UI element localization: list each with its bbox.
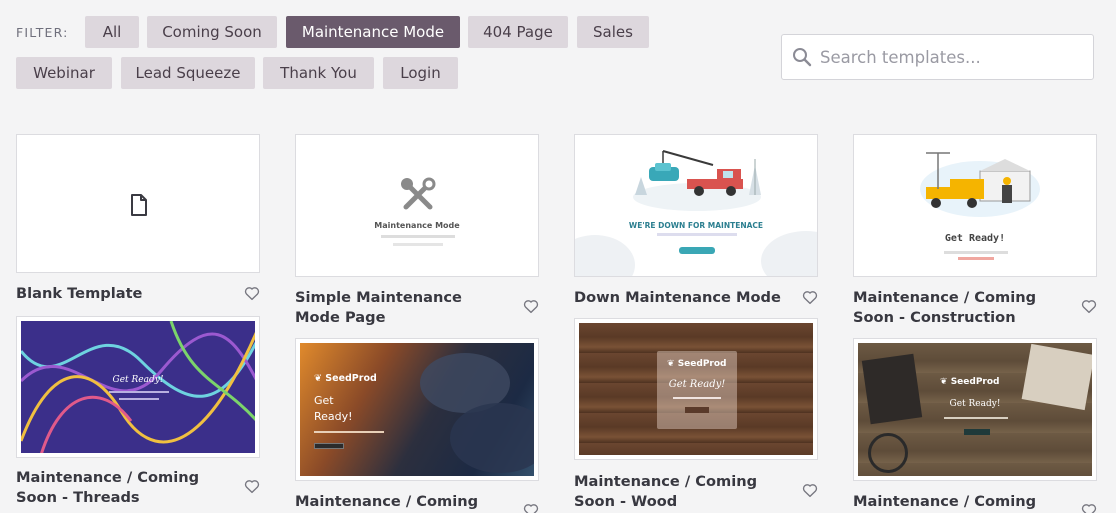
filter-lead-squeeze-button[interactable]: Lead Squeeze [121,57,255,89]
template-title[interactable]: Maintenance / Coming Soon - [295,492,515,513]
tools-icon [401,177,436,210]
thumb-heading: Get Ready! [668,379,726,390]
filter-login-button[interactable]: Login [383,57,458,89]
thumb-button [964,429,990,435]
template-title[interactable]: Maintenance / Coming Soon - Wood [574,472,794,512]
template-thumbnail-construction[interactable]: Get Ready! [853,134,1097,277]
template-thumbnail-clouds[interactable]: ❦ SeedProd Get Ready! [295,338,539,481]
thumb-cloud [761,231,817,276]
template-title[interactable]: Blank Template [16,284,226,304]
template-thumbnail-blank[interactable] [16,134,260,273]
heart-icon[interactable] [1080,501,1098,513]
thumb-text-line [657,233,737,236]
thumb-brand: ❦ SeedProd [314,373,377,384]
heart-icon[interactable] [1080,297,1098,315]
thumb-card: ❦ SeedProd Get Ready! [657,351,737,429]
thumb-glasses [868,433,908,473]
thumb-button [679,247,715,254]
thumb-text-line [944,417,1008,419]
thumb-text-line [958,257,994,260]
heart-icon[interactable] [522,501,540,513]
template-title[interactable]: Simple Maintenance Mode Page [295,288,510,328]
template-thumbnail-threads[interactable]: Get Ready! [16,316,260,458]
filter-sales-button[interactable]: Sales [577,16,649,48]
template-title[interactable]: Down Maintenance Mode [574,288,789,308]
thumb-text-line [673,397,721,399]
template-thumbnail-desk[interactable]: ❦ SeedProd Get Ready! [853,338,1097,481]
template-thumbnail-down-maintenance[interactable]: WE'RE DOWN FOR MAINTENACE [574,134,818,277]
template-title[interactable]: Maintenance / Coming Soon - Threads [16,468,236,508]
filter-maintenance-mode-button[interactable]: Maintenance Mode [286,16,460,48]
thumb-text-line [381,235,455,238]
thumb-button [685,407,709,413]
thumb-text-line [119,398,159,400]
filter-webinar-button[interactable]: Webinar [16,57,112,89]
template-title[interactable]: Maintenance / Coming Soon - Construction [853,288,1073,328]
search-box[interactable] [781,34,1094,80]
thumb-brand: ❦ SeedProd [940,377,1000,387]
template-thumbnail-simple-maintenance[interactable]: Maintenance Mode [295,134,539,277]
construction-illustration [920,152,1040,217]
tow-truck-illustration [633,150,761,211]
template-title[interactable]: Maintenance / Coming Soon - [853,492,1073,513]
template-thumbnail-wood[interactable]: ❦ SeedProd Get Ready! [574,318,818,460]
thumb-heading: Get Ready! [949,399,1001,409]
threads-artwork [21,321,255,453]
filter-coming-soon-button[interactable]: Coming Soon [147,16,277,48]
thumb-heading: Maintenance Mode [374,221,460,230]
search-input[interactable] [820,47,1080,67]
thumb-text-line [393,243,443,246]
thumb-heading: Get Ready! [944,233,1006,244]
heart-icon[interactable] [801,288,819,306]
filter-thank-you-button[interactable]: Thank You [263,57,374,89]
thumb-text-line [109,391,169,393]
thumb-cloud [450,403,534,473]
thumb-button [314,443,344,449]
document-icon [131,194,147,216]
filter-label: FILTER: [16,25,69,40]
heart-icon[interactable] [243,284,261,302]
thumb-text-line [944,251,1008,254]
heart-icon[interactable] [801,481,819,499]
thumb-cloud [575,235,635,276]
filter-all-button[interactable]: All [85,16,139,48]
thumb-notebook [861,353,923,425]
filter-404-page-button[interactable]: 404 Page [468,16,568,48]
thumb-brand: ❦ SeedProd [667,359,727,369]
thumb-text-line [314,431,384,433]
search-icon [793,48,812,67]
thumb-heading: WE'RE DOWN FOR MAINTENACE [628,221,764,230]
heart-icon[interactable] [243,477,261,495]
thumb-heading: Get Ready! [314,394,353,423]
thumb-heading: Get Ready! [112,375,164,385]
heart-icon[interactable] [522,297,540,315]
